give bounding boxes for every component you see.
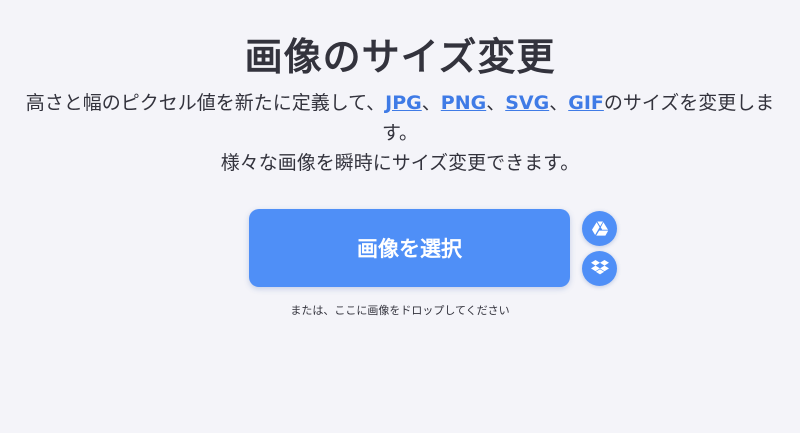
dropbox-icon <box>590 260 609 275</box>
separator: 、 <box>549 92 569 114</box>
format-link-jpg[interactable]: JPG <box>385 92 422 114</box>
dropbox-button[interactable] <box>582 251 617 286</box>
google-drive-button[interactable] <box>582 211 617 246</box>
format-link-gif[interactable]: GIF <box>568 92 604 114</box>
format-link-svg[interactable]: SVG <box>505 92 549 114</box>
drop-hint: または、ここに画像をドロップしてください <box>290 304 510 317</box>
google-drive-icon <box>591 221 608 236</box>
select-image-button[interactable]: 画像を選択 <box>249 209 570 287</box>
description-line2: 様々な画像を瞬時にサイズ変更できます。 <box>220 152 580 174</box>
page: 画像のサイズ変更 高さと幅のピクセル値を新たに定義して、JPG、PNG、SVG、… <box>0 0 800 433</box>
description-text: 高さと幅のピクセル値を新たに定義して、 <box>25 92 386 114</box>
format-link-png[interactable]: PNG <box>441 92 486 114</box>
separator: 、 <box>421 92 441 114</box>
page-title: 画像のサイズ変更 <box>244 35 556 79</box>
description: 高さと幅のピクセル値を新たに定義して、JPG、PNG、SVG、GIFのサイズを変… <box>20 88 780 178</box>
separator: 、 <box>486 92 506 114</box>
